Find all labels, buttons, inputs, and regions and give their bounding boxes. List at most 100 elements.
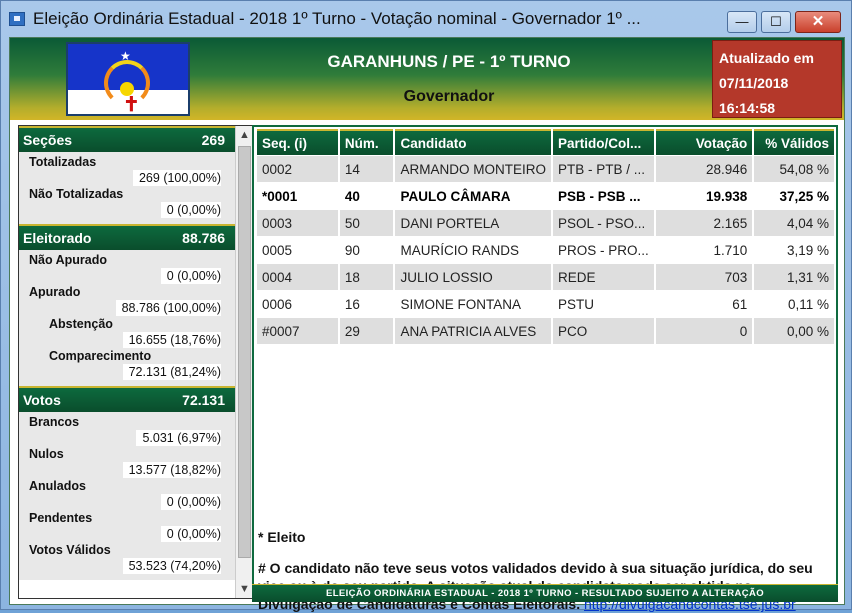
col-candidato[interactable]: Candidato: [395, 129, 551, 155]
cell-candidato: MAURÍCIO RANDS: [395, 237, 551, 263]
flag-star: ★: [120, 49, 131, 63]
cell-partido: REDE: [552, 264, 654, 290]
cell-num: 16: [339, 291, 394, 317]
brancos-value: 5.031 (6,97%): [136, 430, 221, 446]
cell-partido: PSB - PSB ...: [552, 183, 654, 209]
col-partido[interactable]: Partido/Col...: [552, 129, 654, 155]
section-secoes: Seções 269: [19, 126, 235, 152]
cell-validos: 4,04 %: [754, 210, 834, 236]
cell-partido: PSTU: [552, 291, 654, 317]
scroll-down-icon[interactable]: ▼: [236, 580, 253, 598]
cell-votacao: 2.165: [655, 210, 753, 236]
section-votos: Votos 72.131: [19, 386, 235, 412]
col-votacao[interactable]: Votação: [655, 129, 753, 155]
cell-partido: PCO: [552, 318, 654, 344]
totalizadas-label: Totalizadas: [29, 155, 97, 169]
nao-apurado-row: 0 (0,00%): [19, 268, 235, 284]
nulos-label: Nulos: [29, 447, 64, 461]
cell-num: 50: [339, 210, 394, 236]
nao-totalizadas-value: 0 (0,00%): [160, 202, 221, 218]
cell-votacao: 703: [655, 264, 753, 290]
pendentes-label: Pendentes: [29, 511, 93, 525]
cell-seq: 0003: [257, 210, 338, 236]
secoes-label: Seções: [23, 132, 73, 148]
cell-candidato: PAULO CÂMARA: [395, 183, 551, 209]
totalizadas-row: 269 (100,00%): [19, 170, 235, 186]
cell-seq: 0006: [257, 291, 338, 317]
cell-validos: 1,31 %: [754, 264, 834, 290]
table-row[interactable]: 0005 90 MAURÍCIO RANDS PROS - PRO... 1.7…: [257, 237, 834, 263]
votos-validos-row: 53.523 (74,20%): [19, 558, 235, 574]
table-row[interactable]: 0004 18 JULIO LOSSIO REDE 703 1,31 %: [257, 264, 834, 290]
scroll-up-icon[interactable]: ▲: [236, 126, 253, 144]
eleitorado-value: 88.786: [182, 230, 225, 246]
city-title: GARANHUNS / PE - 1º TURNO: [327, 52, 571, 71]
comparecimento-value: 72.131 (81,24%): [122, 364, 221, 380]
scroll-thumb[interactable]: [238, 146, 251, 558]
cell-num: 29: [339, 318, 394, 344]
table-header-row: Seq. (i) Núm. Candidato Partido/Col... V…: [257, 129, 834, 155]
anulados-value: 0 (0,00%): [160, 494, 221, 510]
table-row[interactable]: *0001 40 PAULO CÂMARA PSB - PSB ... 19.9…: [257, 183, 834, 209]
results-panel: Seq. (i) Núm. Candidato Partido/Col... V…: [252, 125, 838, 612]
pendentes-value: 0 (0,00%): [160, 526, 221, 542]
cell-candidato: DANI PORTELA: [395, 210, 551, 236]
updated-time: 16:14:58: [719, 100, 776, 116]
cell-candidato: JULIO LOSSIO: [395, 264, 551, 290]
title-bar[interactable]: Eleição Ordinária Estadual - 2018 1º Tur…: [1, 1, 851, 37]
apurado-value: 88.786 (100,00%): [115, 300, 221, 316]
cell-validos: 0,00 %: [754, 318, 834, 344]
summary-scrollbar[interactable]: ▲ ▼: [235, 126, 253, 598]
state-flag-icon: ★ ✝: [66, 42, 190, 116]
col-num[interactable]: Núm.: [339, 129, 394, 155]
cell-partido: PROS - PRO...: [552, 237, 654, 263]
brancos-row: 5.031 (6,97%): [19, 430, 235, 446]
anulados-label: Anulados: [29, 479, 86, 493]
cell-seq: #0007: [257, 318, 338, 344]
nulos-row: 13.577 (18,82%): [19, 462, 235, 478]
totalizadas-value: 269 (100,00%): [132, 170, 221, 186]
updated-label: Atualizado em: [719, 50, 814, 66]
pendentes-row: 0 (0,00%): [19, 526, 235, 542]
cell-validos: 37,25 %: [754, 183, 834, 209]
cell-seq: *0001: [257, 183, 338, 209]
abstencao-row: 16.655 (18,76%): [19, 332, 235, 348]
apurado-label: Apurado: [29, 285, 81, 299]
brancos-label: Brancos: [29, 415, 80, 429]
cell-candidato: SIMONE FONTANA: [395, 291, 551, 317]
cell-num: 90: [339, 237, 394, 263]
table-row[interactable]: 0006 16 SIMONE FONTANA PSTU 61 0,11 %: [257, 291, 834, 317]
nao-apurado-value: 0 (0,00%): [160, 268, 221, 284]
table-row[interactable]: 0002 14 ARMANDO MONTEIRO PTB - PTB / ...…: [257, 156, 834, 182]
flag-cross: ✝: [123, 94, 140, 116]
table-row[interactable]: #0007 29 ANA PATRICIA ALVES PCO 0 0,00 %: [257, 318, 834, 344]
secoes-value: 269: [201, 132, 225, 148]
maximize-button[interactable]: ☐: [761, 11, 791, 33]
nao-totalizadas-label: Não Totalizadas: [29, 187, 124, 201]
window-title: Eleição Ordinária Estadual - 2018 1º Tur…: [33, 9, 641, 28]
table-row[interactable]: 0003 50 DANI PORTELA PSOL - PSO... 2.165…: [257, 210, 834, 236]
footer-bar: ELEIÇÃO ORDINÁRIA ESTADUAL - 2018 1º TUR…: [252, 584, 838, 602]
col-seq[interactable]: Seq. (i): [257, 129, 338, 155]
cell-votacao: 28.946: [655, 156, 753, 182]
cell-candidato: ARMANDO MONTEIRO: [395, 156, 551, 182]
cell-votacao: 19.938: [655, 183, 753, 209]
note-eleito: * Eleito: [258, 529, 306, 545]
cell-seq: 0005: [257, 237, 338, 263]
cell-votacao: 1.710: [655, 237, 753, 263]
apurado-row: 88.786 (100,00%): [19, 300, 235, 316]
votos-value: 72.131: [182, 392, 225, 408]
cell-num: 40: [339, 183, 394, 209]
nao-apurado-label: Não Apurado: [29, 253, 108, 267]
minimize-button[interactable]: —: [727, 11, 757, 33]
col-validos[interactable]: % Válidos: [754, 129, 834, 155]
eleitorado-label: Eleitorado: [23, 230, 92, 246]
nao-totalizadas-row: 0 (0,00%): [19, 202, 235, 218]
cell-votacao: 0: [655, 318, 753, 344]
anulados-row: 0 (0,00%): [19, 494, 235, 510]
secoes-body: Totalizadas 269 (100,00%) Não Totalizada…: [19, 152, 235, 224]
close-button[interactable]: ✕: [795, 11, 841, 33]
summary-panel[interactable]: Seções 269 Totalizadas 269 (100,00%) Não…: [18, 125, 254, 599]
votos-body: Brancos 5.031 (6,97%) Nulos 13.577 (18,8…: [19, 412, 235, 580]
votos-label: Votos: [23, 392, 61, 408]
